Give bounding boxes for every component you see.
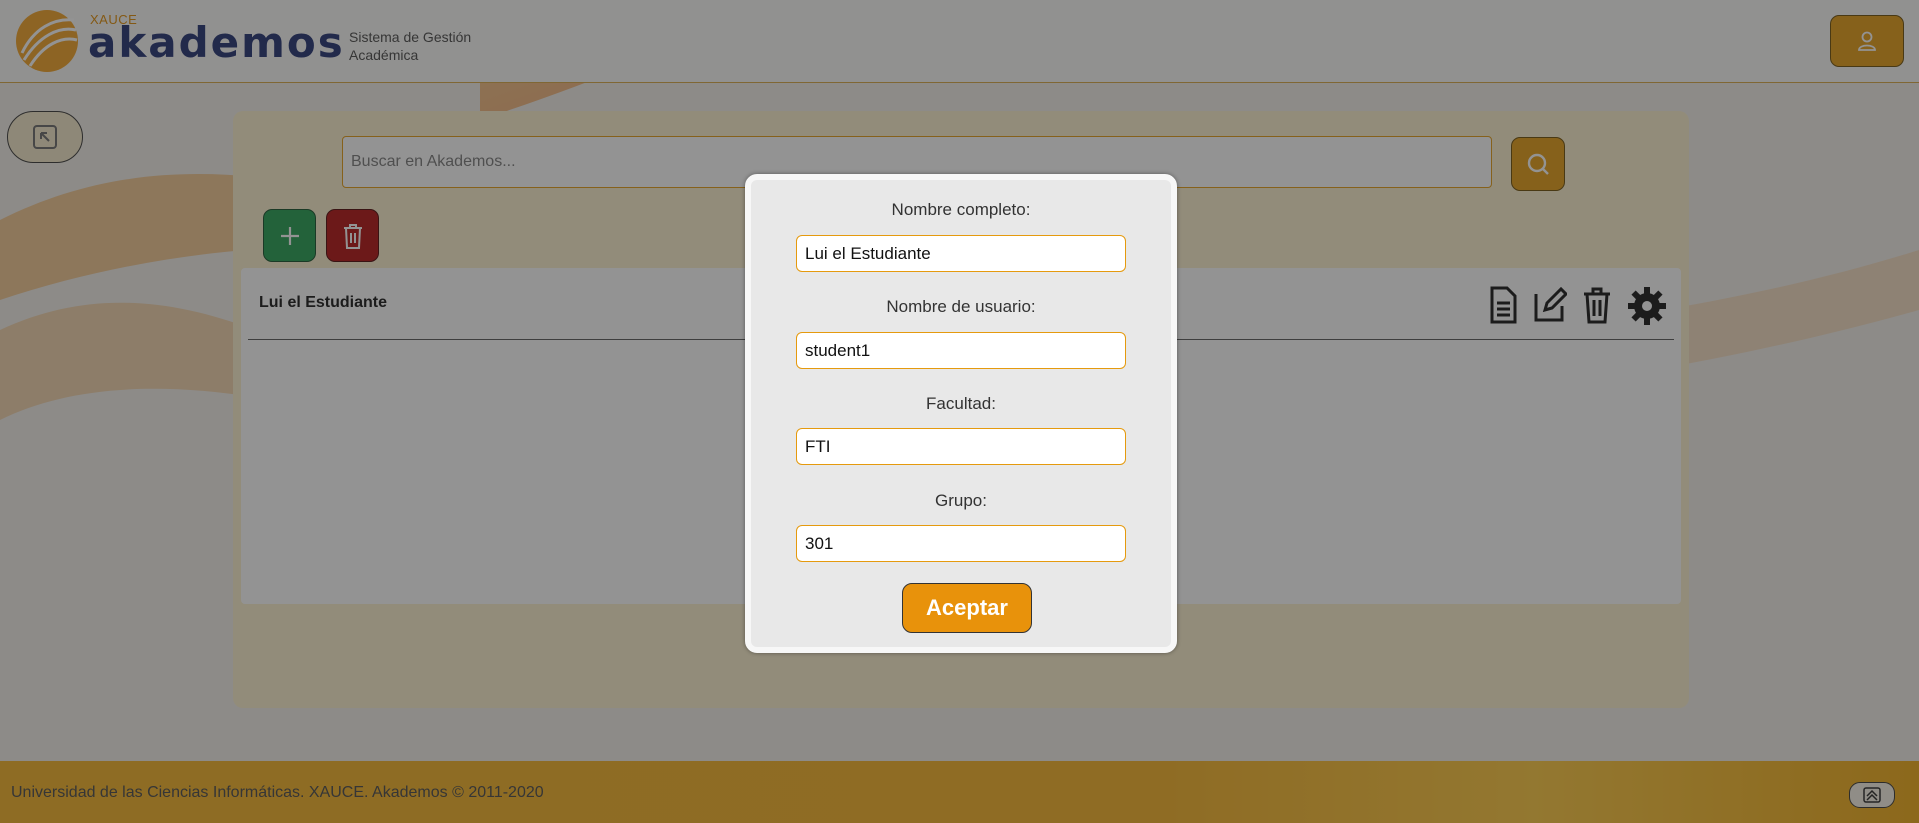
full-name-label: Nombre completo: xyxy=(891,200,1031,219)
faculty-field[interactable] xyxy=(796,428,1126,465)
username-label: Nombre de usuario: xyxy=(886,297,1036,316)
user-info-dialog: Nombre completo: Nombre de usuario: Facu… xyxy=(745,174,1177,653)
group-label: Grupo: xyxy=(935,491,987,510)
full-name-field[interactable] xyxy=(796,235,1126,272)
group-field[interactable] xyxy=(796,525,1126,562)
username-field[interactable] xyxy=(796,332,1126,369)
faculty-label: Facultad: xyxy=(926,394,996,413)
accept-button[interactable]: Aceptar xyxy=(902,583,1032,633)
